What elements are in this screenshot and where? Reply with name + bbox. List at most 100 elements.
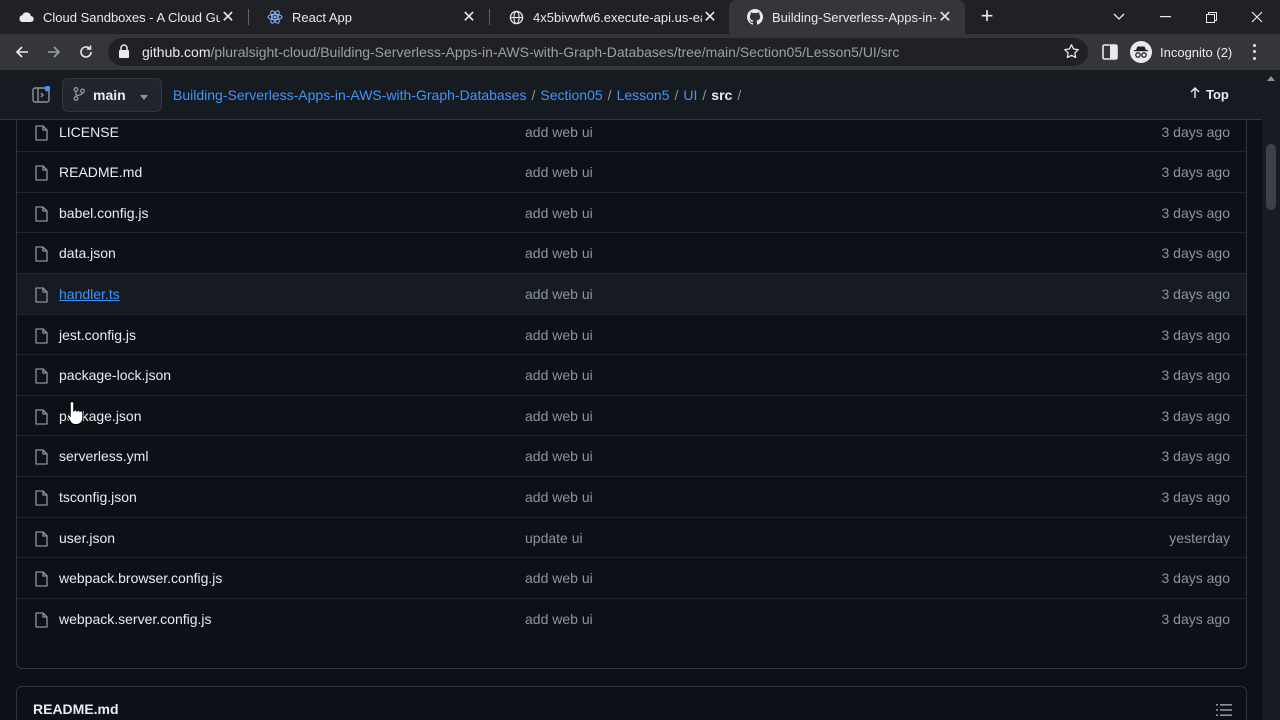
- file-name-link[interactable]: serverless.yml: [59, 448, 148, 464]
- commit-age: 3 days ago: [1161, 448, 1231, 465]
- address-bar[interactable]: github.com/pluralsight-cloud/Building-Se…: [108, 38, 1088, 66]
- file-name-link[interactable]: webpack.browser.config.js: [59, 570, 222, 586]
- close-icon[interactable]: ✕: [937, 7, 953, 27]
- sidebar-expand-icon[interactable]: [32, 85, 51, 104]
- commit-message-link[interactable]: add web ui: [525, 367, 593, 383]
- commit-message-link[interactable]: add web ui: [525, 489, 593, 505]
- commit-message-link[interactable]: add web ui: [525, 205, 593, 221]
- file-row[interactable]: serverless.yml add web ui 3 days ago: [17, 435, 1246, 476]
- file-name-link[interactable]: LICENSE: [59, 124, 119, 140]
- browser-menu-icon[interactable]: [1244, 42, 1264, 62]
- commit-age: 3 days ago: [1161, 123, 1231, 140]
- file-name-link[interactable]: tsconfig.json: [59, 489, 137, 505]
- commit-message-link[interactable]: add web ui: [525, 408, 593, 424]
- commit-message-link[interactable]: add web ui: [525, 124, 593, 140]
- tab-title: Building-Serverless-Apps-in-AWS: [772, 9, 937, 25]
- file-name-link[interactable]: data.json: [59, 245, 116, 261]
- commit-message-link[interactable]: add web ui: [525, 286, 593, 302]
- commit-message-link[interactable]: add web ui: [525, 245, 593, 261]
- url-path: /pluralsight-cloud/Building-Serverless-A…: [210, 44, 900, 60]
- file-row[interactable]: babel.config.js add web ui 3 days ago: [17, 191, 1246, 233]
- tab-search-icon[interactable]: [1096, 0, 1142, 34]
- breadcrumb-separator: /: [607, 87, 612, 103]
- back-icon[interactable]: [10, 40, 34, 64]
- commit-message-link[interactable]: add web ui: [525, 164, 593, 180]
- lock-icon[interactable]: [118, 44, 130, 64]
- file-row[interactable]: package-lock.json add web ui 3 days ago: [17, 354, 1246, 395]
- git-branch-icon: [73, 86, 85, 104]
- reload-icon[interactable]: [74, 40, 98, 64]
- file-row[interactable]: handler.ts add web ui 3 days ago: [17, 273, 1246, 314]
- close-icon[interactable]: ✕: [461, 7, 477, 27]
- file-name-link[interactable]: babel.config.js: [59, 205, 149, 221]
- browser-tab-active[interactable]: Building-Serverless-Apps-in-AWS ✕: [729, 0, 965, 34]
- file-row[interactable]: tsconfig.json add web ui 3 days ago: [17, 476, 1246, 517]
- breadcrumb-current: src: [711, 87, 733, 103]
- new-tab-button[interactable]: +: [976, 5, 998, 29]
- file-row[interactable]: webpack.browser.config.js add web ui 3 day…: [17, 557, 1246, 598]
- readme-panel: README.md: [16, 686, 1247, 720]
- commit-message-link[interactable]: add web ui: [525, 611, 593, 627]
- commit-message-link[interactable]: add web ui: [525, 448, 593, 464]
- url-host: github.com: [142, 44, 211, 60]
- scroll-up-arrow-icon[interactable]: [1267, 76, 1275, 81]
- close-icon[interactable]: ✕: [702, 7, 718, 27]
- commit-age: 3 days ago: [1161, 326, 1231, 343]
- incognito-profile-button[interactable]: Incognito (2): [1130, 40, 1232, 64]
- file-row[interactable]: data.json add web ui 3 days ago: [17, 232, 1246, 273]
- file-name-link[interactable]: webpack.server.config.js: [59, 611, 212, 627]
- file-icon: [35, 571, 48, 587]
- breadcrumb-ui-link[interactable]: UI: [683, 87, 697, 103]
- file-name-link[interactable]: user.json: [59, 530, 115, 546]
- file-icon: [35, 490, 48, 506]
- back-to-top-button[interactable]: Top: [1190, 87, 1229, 102]
- browser-tab[interactable]: React App ✕: [249, 0, 489, 34]
- breadcrumb-repo-link[interactable]: Building-Serverless-Apps-in-AWS-with-Gra…: [173, 87, 527, 103]
- commit-age: yesterday: [1169, 529, 1230, 546]
- file-name-link[interactable]: jest.config.js: [59, 327, 136, 343]
- file-row[interactable]: webpack.server.config.js add web ui 3 days…: [17, 597, 1246, 639]
- readme-title: README.md: [33, 701, 119, 717]
- file-name-link[interactable]: README.md: [59, 164, 142, 180]
- file-name-link[interactable]: handler.ts: [59, 286, 120, 302]
- browser-tab[interactable]: Cloud Sandboxes - A Cloud Guru ✕: [0, 0, 248, 34]
- url-text[interactable]: github.com/pluralsight-cloud/Building-Se…: [142, 44, 899, 60]
- forward-icon[interactable]: [42, 40, 66, 64]
- github-icon: [747, 9, 763, 25]
- file-row[interactable]: README.md add web ui 3 days ago: [17, 151, 1246, 192]
- branch-selector-button[interactable]: main: [62, 78, 162, 112]
- bookmark-star-icon[interactable]: [1063, 43, 1080, 65]
- top-label: Top: [1206, 87, 1229, 102]
- hand-cursor-icon: [66, 400, 88, 431]
- commit-age: 3 days ago: [1161, 407, 1231, 424]
- globe-icon: [508, 9, 524, 25]
- file-icon: [35, 124, 48, 141]
- arrow-up-icon: [1190, 87, 1200, 102]
- file-icon: [35, 368, 48, 384]
- react-icon: [267, 9, 283, 25]
- file-row[interactable]: package.json add web ui 3 days ago: [17, 394, 1246, 436]
- file-row[interactable]: user.json update ui yesterday: [17, 516, 1246, 558]
- breadcrumb-section-link[interactable]: Section05: [540, 87, 602, 103]
- commit-message-link[interactable]: add web ui: [525, 570, 593, 586]
- restore-icon[interactable]: [1188, 0, 1234, 34]
- commit-age: 3 days ago: [1161, 286, 1231, 302]
- breadcrumb-lesson-link[interactable]: Lesson5: [617, 87, 670, 103]
- file-name-link[interactable]: package-lock.json: [59, 367, 171, 383]
- commit-message-link[interactable]: update ui: [525, 530, 583, 546]
- window-close-icon[interactable]: [1234, 0, 1280, 34]
- commit-age: 3 days ago: [1161, 245, 1231, 262]
- browser-tab-strip: Cloud Sandboxes - A Cloud Guru ✕ React A…: [0, 0, 1280, 34]
- page-scrollbar[interactable]: [1262, 70, 1280, 720]
- scrollbar-thumb[interactable]: [1266, 144, 1276, 210]
- close-icon[interactable]: ✕: [220, 7, 236, 27]
- tab-title: Cloud Sandboxes - A Cloud Guru: [43, 9, 220, 25]
- minimize-icon[interactable]: [1142, 0, 1188, 34]
- outline-list-icon[interactable]: [1216, 703, 1232, 717]
- browser-tab[interactable]: 4x5bivwfw6.execute-api.us-east- ✕: [490, 0, 730, 34]
- file-row[interactable]: jest.config.js add web ui 3 days ago: [17, 313, 1246, 355]
- incognito-icon: [1130, 41, 1152, 63]
- commit-message-link[interactable]: add web ui: [525, 327, 593, 343]
- side-panel-icon[interactable]: [1102, 44, 1118, 65]
- file-icon: [35, 246, 48, 263]
